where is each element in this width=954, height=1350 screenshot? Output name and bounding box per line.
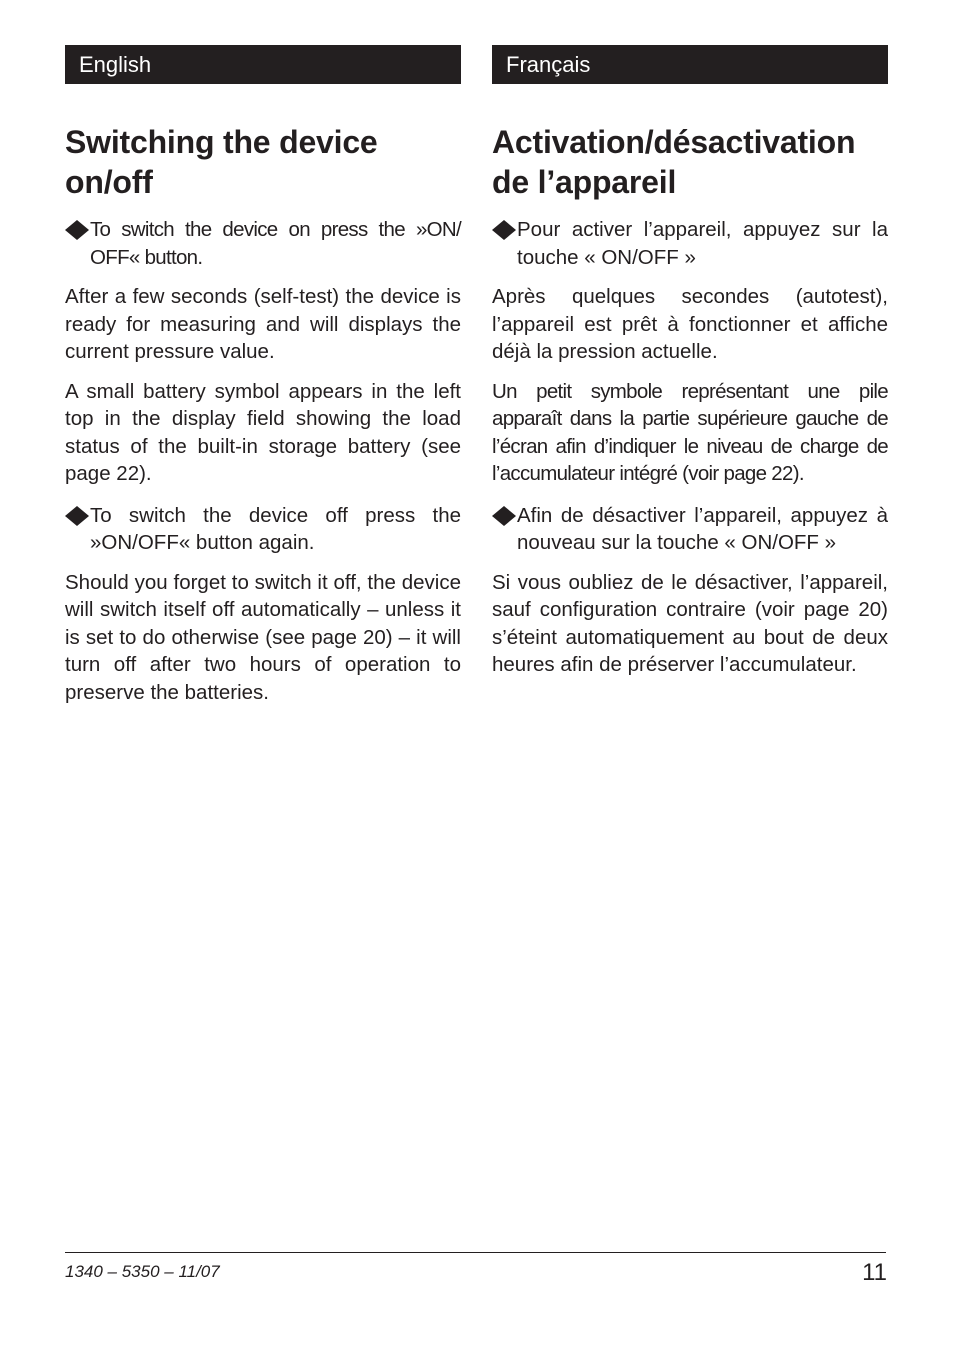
- paragraph-auto-off: Should you forget to switch it off, the …: [65, 570, 461, 704]
- language-header-french: Français: [492, 45, 888, 84]
- diamond-bullet-icon: [65, 505, 89, 526]
- french-column: Français Activation/désactivation de l’a…: [492, 45, 889, 679]
- paragraph-self-test: After a few seconds (self-test) the de­v…: [65, 285, 461, 363]
- paragraph-battery-symbol: A small battery symbol appears in the le…: [65, 379, 461, 486]
- language-label: Français: [506, 52, 591, 77]
- diamond-bullet-icon: [492, 505, 516, 526]
- bullet-text: Afin de désactiver l’appareil, appuyez à…: [517, 503, 888, 555]
- section-title: Activation/désactivation de l’appareil: [492, 124, 856, 200]
- language-header-english: English: [65, 45, 461, 84]
- page-number: 11: [862, 1259, 887, 1286]
- english-column: English Switching the device on/off To s…: [65, 45, 462, 706]
- bullet-text: Pour activer l’appareil, appuyez sur la …: [517, 218, 888, 269]
- section-title: Switching the device on/off: [65, 124, 378, 200]
- bullet-text: To switch the device off press the »ON/O…: [90, 503, 461, 555]
- instruction-bullet-off: Afin de désactiver l’appareil, appuyez à…: [492, 502, 888, 557]
- instruction-bullet-on: To switch the device on press the »ON/ O…: [65, 216, 462, 271]
- paragraph-auto-off: Si vous oubliez de le désactiver, l’appa…: [492, 570, 888, 677]
- instruction-bullet-on: Pour activer l’appareil, appuyez sur la …: [492, 216, 888, 271]
- diamond-bullet-icon: [65, 220, 89, 240]
- paragraph-battery-symbol: Un petit symbole représentant une pile a…: [492, 379, 889, 486]
- language-label: English: [79, 52, 152, 77]
- paragraph-self-test: Après quelques secondes (autotest), l’ap…: [492, 285, 888, 363]
- document-code: 1340 – 5350 – 11/07: [65, 1262, 220, 1281]
- footer-divider: [65, 1252, 886, 1253]
- instruction-bullet-off: To switch the device off press the »ON/O…: [65, 502, 461, 557]
- bullet-text: To switch the device on press the »ON/ O…: [90, 218, 462, 269]
- diamond-bullet-icon: [492, 220, 516, 240]
